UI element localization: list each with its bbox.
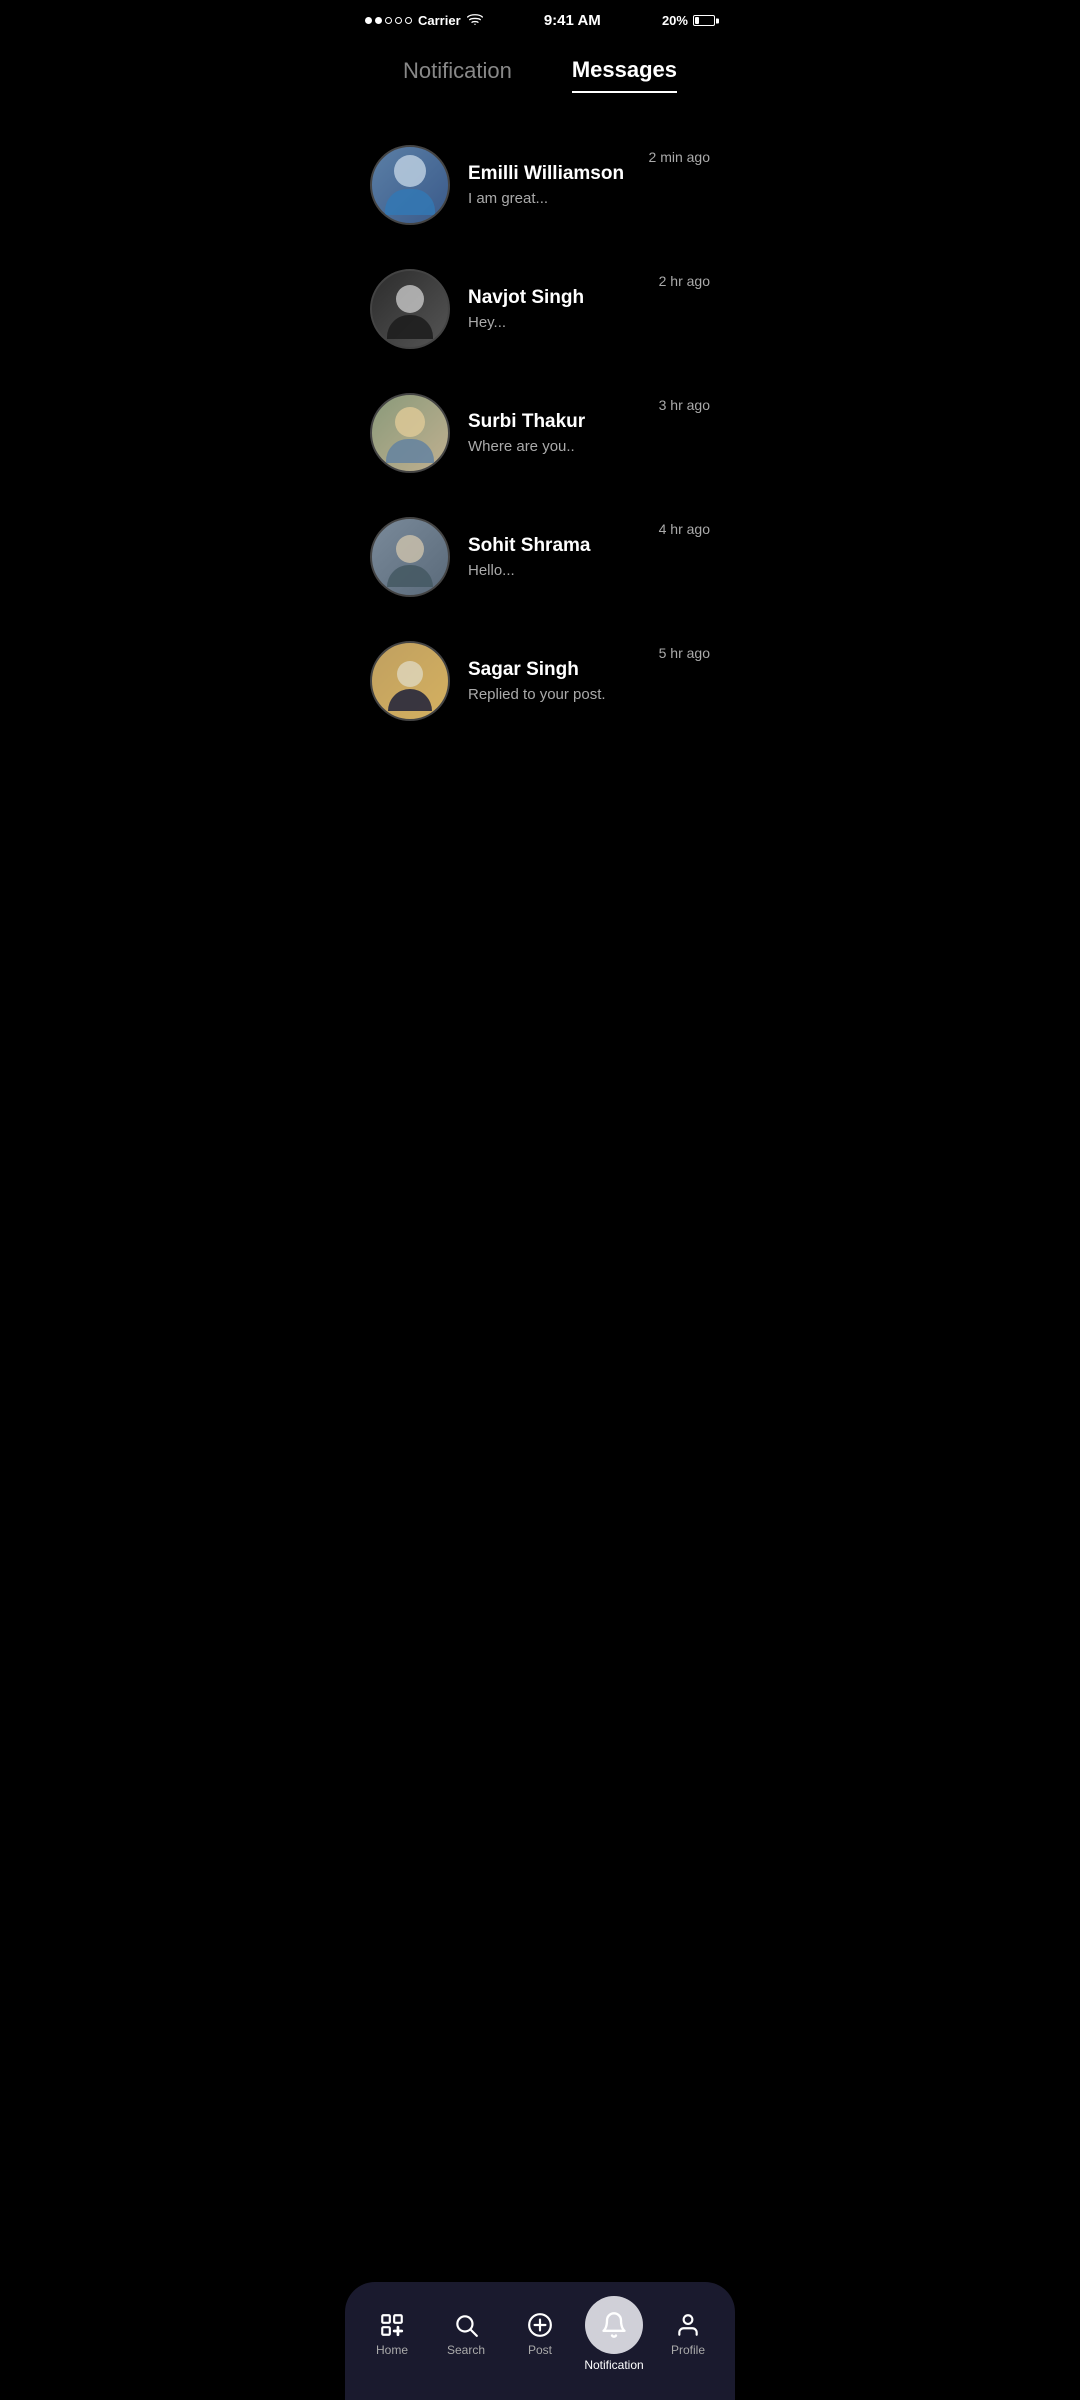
message-preview-4: Hello... xyxy=(468,562,641,579)
status-time: 9:41 AM xyxy=(544,12,601,29)
bottom-nav: Home Search Post xyxy=(345,2282,735,2400)
avatar-5 xyxy=(370,641,450,721)
notification-icon xyxy=(600,2311,628,2339)
search-label: Search xyxy=(447,2343,485,2357)
avatar-4 xyxy=(370,517,450,597)
message-time-3: 3 hr ago xyxy=(659,397,710,413)
message-time-5: 5 hr ago xyxy=(659,645,710,661)
tab-notification[interactable]: Notification xyxy=(403,58,512,92)
status-left: Carrier xyxy=(365,12,483,29)
wifi-icon xyxy=(467,12,483,29)
message-preview-5: Replied to your post. xyxy=(468,686,641,703)
signal-dots xyxy=(365,17,412,24)
signal-dot-1 xyxy=(365,17,372,24)
tab-header: Notification Messages xyxy=(345,37,735,103)
message-preview-2: Hey... xyxy=(468,314,641,331)
profile-label: Profile xyxy=(671,2343,705,2357)
message-name-2: Navjot Singh xyxy=(468,287,641,309)
status-right: 20% xyxy=(662,13,715,28)
message-name-1: Emilli Williamson xyxy=(468,163,631,185)
message-name-5: Sagar Singh xyxy=(468,659,641,681)
message-list: Emilli Williamson I am great... 2 min ag… xyxy=(345,103,735,763)
nav-item-post[interactable]: Post xyxy=(510,2311,570,2357)
signal-dot-2 xyxy=(375,17,382,24)
message-preview-1: I am great... xyxy=(468,190,631,207)
search-icon xyxy=(452,2311,480,2339)
home-icon xyxy=(378,2311,406,2339)
signal-dot-4 xyxy=(395,17,402,24)
avatar-1 xyxy=(370,145,450,225)
status-bar: Carrier 9:41 AM 20% xyxy=(345,0,735,37)
post-icon xyxy=(526,2311,554,2339)
message-name-3: Surbi Thakur xyxy=(468,411,641,433)
nav-item-profile[interactable]: Profile xyxy=(658,2311,718,2357)
nav-item-home[interactable]: Home xyxy=(362,2311,422,2357)
message-time-1: 2 min ago xyxy=(649,149,710,165)
signal-dot-3 xyxy=(385,17,392,24)
battery-percent: 20% xyxy=(662,13,688,28)
message-time-2: 2 hr ago xyxy=(659,273,710,289)
message-preview-3: Where are you.. xyxy=(468,438,641,455)
message-item-1[interactable]: Emilli Williamson I am great... 2 min ag… xyxy=(345,123,735,247)
nav-item-search[interactable]: Search xyxy=(436,2311,496,2357)
message-content-1: Emilli Williamson I am great... xyxy=(468,163,631,207)
message-item-3[interactable]: Surbi Thakur Where are you.. 3 hr ago xyxy=(345,371,735,495)
message-item-4[interactable]: Sohit Shrama Hello... 4 hr ago xyxy=(345,495,735,619)
message-content-5: Sagar Singh Replied to your post. xyxy=(468,659,641,703)
signal-dot-5 xyxy=(405,17,412,24)
nav-item-notification[interactable]: Notification xyxy=(584,2296,644,2372)
message-item-2[interactable]: Navjot Singh Hey... 2 hr ago xyxy=(345,247,735,371)
home-label: Home xyxy=(376,2343,408,2357)
message-content-2: Navjot Singh Hey... xyxy=(468,287,641,331)
message-item-5[interactable]: Sagar Singh Replied to your post. 5 hr a… xyxy=(345,619,735,743)
profile-icon xyxy=(674,2311,702,2339)
message-content-3: Surbi Thakur Where are you.. xyxy=(468,411,641,455)
avatar-2 xyxy=(370,269,450,349)
message-name-4: Sohit Shrama xyxy=(468,535,641,557)
message-time-4: 4 hr ago xyxy=(659,521,710,537)
carrier-label: Carrier xyxy=(418,13,461,28)
message-content-4: Sohit Shrama Hello... xyxy=(468,535,641,579)
notification-label: Notification xyxy=(584,2358,643,2372)
tab-messages[interactable]: Messages xyxy=(572,57,677,93)
notification-active-bg xyxy=(585,2296,643,2354)
avatar-3 xyxy=(370,393,450,473)
battery-icon xyxy=(693,15,715,26)
post-label: Post xyxy=(528,2343,552,2357)
